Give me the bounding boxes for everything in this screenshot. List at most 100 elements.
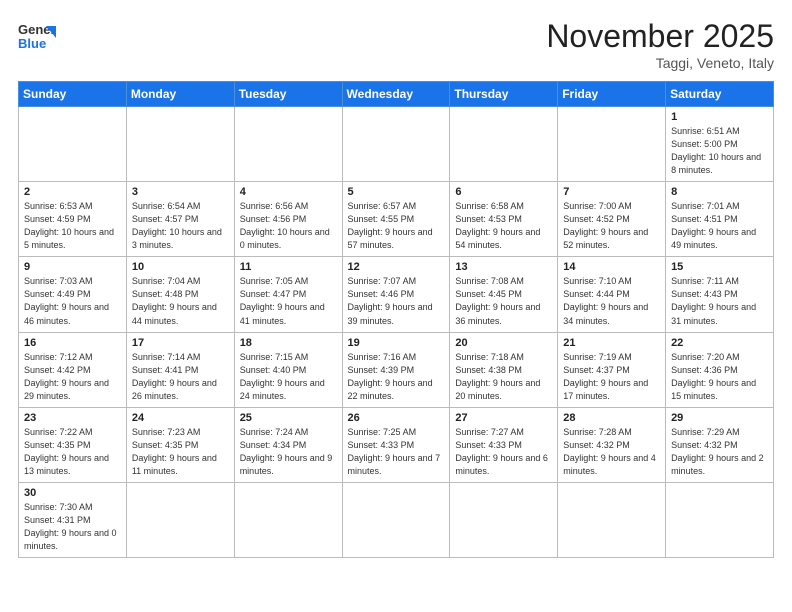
table-row: [126, 107, 234, 182]
table-row: [342, 107, 450, 182]
day-number: 18: [240, 337, 337, 349]
day-number: 1: [671, 111, 768, 123]
day-number: 5: [348, 186, 445, 198]
table-row: 13 Sunrise: 7:08 AM Sunset: 4:45 PM Dayli…: [450, 257, 558, 332]
day-number: 20: [455, 337, 552, 349]
day-info: Sunrise: 7:07 AM Sunset: 4:46 PM Dayligh…: [348, 275, 445, 327]
day-info: Sunrise: 7:01 AM Sunset: 4:51 PM Dayligh…: [671, 200, 768, 252]
day-info: Sunrise: 7:24 AM Sunset: 4:34 PM Dayligh…: [240, 426, 337, 478]
day-info: Sunrise: 7:16 AM Sunset: 4:39 PM Dayligh…: [348, 351, 445, 403]
day-number: 14: [563, 261, 660, 273]
table-row: 18 Sunrise: 7:15 AM Sunset: 4:40 PM Dayli…: [234, 332, 342, 407]
day-number: 9: [24, 261, 121, 273]
col-friday: Friday: [558, 82, 666, 107]
table-row: 6Sunrise: 6:58 AM Sunset: 4:53 PM Daylig…: [450, 182, 558, 257]
table-row: 21Sunrise: 7:19 AM Sunset: 4:37 PM Dayli…: [558, 332, 666, 407]
day-info: Sunrise: 7:22 AM Sunset: 4:35 PM Dayligh…: [24, 426, 121, 478]
day-info: Sunrise: 7:20 AM Sunset: 4:36 PM Dayligh…: [671, 351, 768, 403]
col-saturday: Saturday: [666, 82, 774, 107]
day-number: 4: [240, 186, 337, 198]
day-info: Sunrise: 7:10 AM Sunset: 4:44 PM Dayligh…: [563, 275, 660, 327]
calendar: Sunday Monday Tuesday Wednesday Thursday…: [18, 81, 774, 558]
table-row: 8 Sunrise: 7:01 AM Sunset: 4:51 PM Daylig…: [666, 182, 774, 257]
day-number: 16: [24, 337, 121, 349]
day-info: Sunrise: 6:56 AM Sunset: 4:56 PM Dayligh…: [240, 200, 337, 252]
table-row: 24 Sunrise: 7:23 AM Sunset: 4:35 PM Dayli…: [126, 407, 234, 482]
day-number: 29: [671, 412, 768, 424]
table-row: 4 Sunrise: 6:56 AM Sunset: 4:56 PM Daylig…: [234, 182, 342, 257]
day-info: Sunrise: 7:03 AM Sunset: 4:49 PM Dayligh…: [24, 275, 121, 327]
day-number: 8: [671, 186, 768, 198]
col-wednesday: Wednesday: [342, 82, 450, 107]
table-row: [450, 107, 558, 182]
day-info: Sunrise: 7:08 AM Sunset: 4:45 PM Dayligh…: [455, 275, 552, 327]
col-thursday: Thursday: [450, 82, 558, 107]
table-row: 15 Sunrise: 7:11 AM Sunset: 4:43 PM Dayli…: [666, 257, 774, 332]
day-info: Sunrise: 6:51 AM Sunset: 5:00 PM Dayligh…: [671, 125, 768, 177]
table-row: 26Sunrise: 7:25 AM Sunset: 4:33 PM Dayli…: [342, 407, 450, 482]
day-number: 10: [132, 261, 229, 273]
day-info: Sunrise: 7:11 AM Sunset: 4:43 PM Dayligh…: [671, 275, 768, 327]
table-row: [342, 482, 450, 557]
table-row: [126, 482, 234, 557]
table-row: 25 Sunrise: 7:24 AM Sunset: 4:34 PM Dayli…: [234, 407, 342, 482]
day-number: 2: [24, 186, 121, 198]
table-row: 3Sunrise: 6:54 AM Sunset: 4:57 PM Daylig…: [126, 182, 234, 257]
table-row: 30Sunrise: 7:30 AM Sunset: 4:31 PM Dayli…: [19, 482, 127, 557]
table-row: 11 Sunrise: 7:05 AM Sunset: 4:47 PM Dayli…: [234, 257, 342, 332]
day-info: Sunrise: 7:29 AM Sunset: 4:32 PM Dayligh…: [671, 426, 768, 478]
day-info: Sunrise: 6:57 AM Sunset: 4:55 PM Dayligh…: [348, 200, 445, 252]
table-row: 2 Sunrise: 6:53 AM Sunset: 4:59 PM Daylig…: [19, 182, 127, 257]
table-row: 19 Sunrise: 7:16 AM Sunset: 4:39 PM Dayli…: [342, 332, 450, 407]
day-number: 3: [132, 186, 229, 198]
table-row: [666, 482, 774, 557]
location: Taggi, Veneto, Italy: [546, 55, 774, 71]
day-info: Sunrise: 7:19 AM Sunset: 4:37 PM Dayligh…: [563, 351, 660, 403]
day-number: 15: [671, 261, 768, 273]
day-number: 7: [563, 186, 660, 198]
title-block: November 2025 Taggi, Veneto, Italy: [546, 18, 774, 71]
day-number: 30: [24, 487, 121, 499]
day-info: Sunrise: 7:15 AM Sunset: 4:40 PM Dayligh…: [240, 351, 337, 403]
day-info: Sunrise: 7:12 AM Sunset: 4:42 PM Dayligh…: [24, 351, 121, 403]
page: General Blue November 2025 Taggi, Veneto…: [0, 0, 792, 612]
day-info: Sunrise: 7:18 AM Sunset: 4:38 PM Dayligh…: [455, 351, 552, 403]
table-row: 12Sunrise: 7:07 AM Sunset: 4:46 PM Dayli…: [342, 257, 450, 332]
table-row: 5 Sunrise: 6:57 AM Sunset: 4:55 PM Daylig…: [342, 182, 450, 257]
day-number: 25: [240, 412, 337, 424]
table-row: 16 Sunrise: 7:12 AM Sunset: 4:42 PM Dayli…: [19, 332, 127, 407]
calendar-header-row: Sunday Monday Tuesday Wednesday Thursday…: [19, 82, 774, 107]
table-row: 23 Sunrise: 7:22 AM Sunset: 4:35 PM Dayli…: [19, 407, 127, 482]
day-number: 19: [348, 337, 445, 349]
day-number: 23: [24, 412, 121, 424]
day-number: 11: [240, 261, 337, 273]
header: General Blue November 2025 Taggi, Veneto…: [18, 18, 774, 71]
table-row: 28Sunrise: 7:28 AM Sunset: 4:32 PM Dayli…: [558, 407, 666, 482]
day-info: Sunrise: 7:04 AM Sunset: 4:48 PM Dayligh…: [132, 275, 229, 327]
day-number: 24: [132, 412, 229, 424]
day-info: Sunrise: 7:23 AM Sunset: 4:35 PM Dayligh…: [132, 426, 229, 478]
col-tuesday: Tuesday: [234, 82, 342, 107]
day-number: 27: [455, 412, 552, 424]
table-row: 27 Sunrise: 7:27 AM Sunset: 4:33 PM Dayli…: [450, 407, 558, 482]
table-row: [234, 482, 342, 557]
day-info: Sunrise: 7:14 AM Sunset: 4:41 PM Dayligh…: [132, 351, 229, 403]
month-title: November 2025: [546, 18, 774, 55]
day-info: Sunrise: 7:05 AM Sunset: 4:47 PM Dayligh…: [240, 275, 337, 327]
col-monday: Monday: [126, 82, 234, 107]
day-number: 26: [348, 412, 445, 424]
table-row: 1 Sunrise: 6:51 AM Sunset: 5:00 PM Daylig…: [666, 107, 774, 182]
table-row: [234, 107, 342, 182]
day-info: Sunrise: 6:53 AM Sunset: 4:59 PM Dayligh…: [24, 200, 121, 252]
table-row: [450, 482, 558, 557]
day-number: 13: [455, 261, 552, 273]
logo: General Blue: [18, 18, 56, 56]
table-row: 10 Sunrise: 7:04 AM Sunset: 4:48 PM Dayli…: [126, 257, 234, 332]
day-info: Sunrise: 7:27 AM Sunset: 4:33 PM Dayligh…: [455, 426, 552, 478]
table-row: 14 Sunrise: 7:10 AM Sunset: 4:44 PM Dayli…: [558, 257, 666, 332]
table-row: [558, 482, 666, 557]
table-row: 22Sunrise: 7:20 AM Sunset: 4:36 PM Dayli…: [666, 332, 774, 407]
day-number: 6: [455, 186, 552, 198]
day-number: 28: [563, 412, 660, 424]
day-number: 17: [132, 337, 229, 349]
